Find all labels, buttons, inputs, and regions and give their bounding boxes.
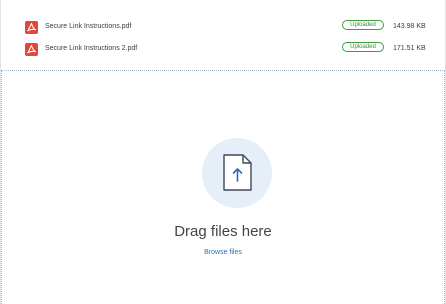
file-drop-zone[interactable]: Drag files here Browse files xyxy=(1,70,445,304)
file-size: 171.51 KB xyxy=(393,45,426,52)
uploaded-file-list: Secure Link Instructions.pdf Uploaded 14… xyxy=(1,0,445,70)
file-name[interactable]: Secure Link Instructions 2.pdf xyxy=(45,44,137,53)
browse-files-link[interactable]: Browse files xyxy=(2,248,444,257)
file-row: Secure Link Instructions 2.pdf Uploaded … xyxy=(1,40,445,62)
uploaded-status-badge: Uploaded xyxy=(342,42,384,52)
pdf-icon xyxy=(25,43,38,56)
uploaded-status-badge: Uploaded xyxy=(342,20,384,30)
upload-panel: Secure Link Instructions.pdf Uploaded 14… xyxy=(0,0,446,304)
pdf-icon xyxy=(25,21,38,34)
drag-files-text: Drag files here xyxy=(174,223,272,240)
file-row: Secure Link Instructions.pdf Uploaded 14… xyxy=(1,18,445,40)
file-size: 143.98 KB xyxy=(393,23,426,30)
file-upload-icon xyxy=(202,138,272,208)
file-name[interactable]: Secure Link Instructions.pdf xyxy=(45,22,131,31)
